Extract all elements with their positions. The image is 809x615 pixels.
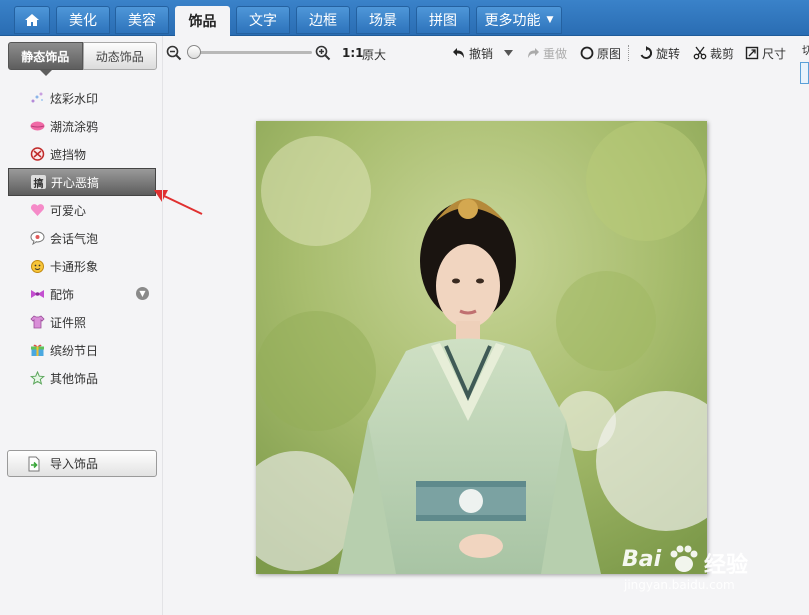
watermark-url: jingyan.baidu.com: [624, 578, 735, 592]
sidebar-item-colorful-watermark[interactable]: 炫彩水印: [8, 85, 156, 111]
red-arrow-annotation: [154, 190, 203, 215]
zoom-slider-track[interactable]: [190, 51, 312, 54]
sidebar-item-label: 缤纷节日: [50, 343, 99, 358]
speech-bubble-icon: [30, 231, 45, 245]
gift-icon: [30, 343, 45, 357]
zoom-in-icon[interactable]: [315, 45, 331, 61]
tab-accessories[interactable]: 饰品: [175, 6, 230, 36]
star-icon: [30, 371, 45, 385]
tab-collage[interactable]: 拼图: [416, 6, 470, 34]
lips-icon: [30, 119, 45, 133]
bow-icon: [30, 287, 45, 301]
import-accessory-label: 导入饰品: [50, 457, 99, 471]
expand-chevron-icon[interactable]: ▼: [136, 287, 149, 300]
toolbar-separator: [628, 45, 629, 61]
sidebar-item-label: 配饰: [50, 287, 75, 302]
portrait-photo: [256, 121, 707, 574]
block-icon: [30, 147, 45, 161]
tab-makeup[interactable]: 美容: [115, 6, 169, 34]
sidebar-item-trendy-graffiti[interactable]: 潮流涂鸦: [8, 113, 156, 139]
sidebar-item-accessory[interactable]: 配饰 ▼: [8, 281, 156, 307]
tab-scene[interactable]: 场景: [356, 6, 410, 34]
scissors-icon: [693, 46, 707, 60]
original-image-label: 原图: [597, 46, 622, 61]
redo-label: 重做: [543, 46, 568, 61]
undo-button[interactable]: 撤销: [452, 44, 493, 62]
chevron-down-icon: ▼: [546, 15, 554, 25]
subtab-dynamic-accessories[interactable]: 动态饰品: [82, 42, 157, 70]
sidebar-item-funny-prank[interactable]: 搞 开心恶搞: [8, 168, 156, 196]
redo-button[interactable]: 重做: [526, 44, 567, 62]
heart-icon: [30, 203, 45, 217]
sidebar-item-covering[interactable]: 遮挡物: [8, 141, 156, 167]
photo-canvas[interactable]: [256, 121, 707, 574]
cartoon-face-icon: [30, 259, 45, 273]
crop-label: 裁剪: [710, 46, 735, 61]
sidebar-item-id-photo[interactable]: 证件照: [8, 309, 156, 335]
prank-icon: 搞: [31, 175, 46, 190]
sidebar-item-label: 会话气泡: [50, 231, 99, 246]
tab-home[interactable]: [14, 6, 50, 34]
tab-beautify[interactable]: 美化: [56, 6, 110, 34]
sidebar-item-other[interactable]: 其他饰品: [8, 365, 156, 391]
import-accessory-button[interactable]: 导入饰品: [7, 450, 157, 477]
zoom-out-icon[interactable]: [166, 45, 182, 61]
home-icon: [25, 14, 39, 26]
watermark-brand-latin: Bai: [622, 547, 662, 572]
original-size-button[interactable]: 原大: [362, 46, 386, 63]
sidebar-item-label: 开心恶搞: [51, 175, 100, 190]
tab-more-functions[interactable]: 更多功能 ▼: [476, 6, 562, 34]
sidebar-item-label: 遮挡物: [50, 147, 87, 162]
resize-button[interactable]: 尺寸: [745, 44, 786, 62]
import-file-icon: [28, 456, 40, 471]
sparkle-icon: [30, 91, 45, 105]
watermark-brand-cn: 经验: [704, 553, 749, 578]
edge-text: 切: [802, 44, 809, 57]
undo-label: 撤销: [469, 46, 494, 61]
sidebar-item-label: 其他饰品: [50, 371, 99, 386]
zoom-slider-knob[interactable]: [187, 45, 201, 59]
original-circle-icon: [580, 46, 594, 60]
subtab-static-accessories[interactable]: 静态饰品: [8, 42, 83, 70]
side-panel-edge[interactable]: [800, 62, 809, 84]
sidebar-item-cute-heart[interactable]: 可爱心: [8, 197, 156, 223]
sidebar-item-speech-bubble[interactable]: 会话气泡: [8, 225, 156, 251]
resize-label: 尺寸: [762, 46, 787, 61]
paw-icon: [670, 545, 698, 572]
tab-text[interactable]: 文字: [236, 6, 290, 34]
sidebar-item-label: 证件照: [50, 315, 87, 330]
redo-icon: [528, 48, 539, 58]
one-to-one-button[interactable]: 1:1: [342, 46, 364, 60]
undo-icon: [453, 48, 464, 58]
tab-border[interactable]: 边框: [296, 6, 350, 34]
rotate-button[interactable]: 旋转: [639, 44, 680, 62]
sidebar-item-cartoon-image[interactable]: 卡通形象: [8, 253, 156, 279]
subtab-pointer: [40, 70, 52, 76]
rotate-icon: [640, 46, 653, 59]
crop-button[interactable]: 裁剪: [693, 44, 734, 62]
undo-dropdown-icon[interactable]: [504, 50, 513, 56]
resize-icon: [745, 46, 759, 60]
shirt-icon: [30, 315, 45, 329]
sidebar-item-label: 潮流涂鸦: [50, 119, 99, 134]
original-image-button[interactable]: 原图: [580, 44, 621, 62]
tab-more-label: 更多功能: [484, 13, 541, 29]
sidebar-divider: [162, 36, 163, 615]
sidebar-item-label: 卡通形象: [50, 259, 99, 274]
sidebar-item-label: 炫彩水印: [50, 91, 99, 106]
sub-tab-group: 静态饰品 动态饰品: [8, 42, 157, 70]
top-tab-bar: 美化 美容 饰品 文字 边框 场景 拼图 更多功能 ▼: [0, 0, 809, 36]
rotate-label: 旋转: [656, 46, 681, 61]
sidebar-item-label: 可爱心: [50, 203, 87, 218]
sidebar-item-festival[interactable]: 缤纷节日: [8, 337, 156, 363]
